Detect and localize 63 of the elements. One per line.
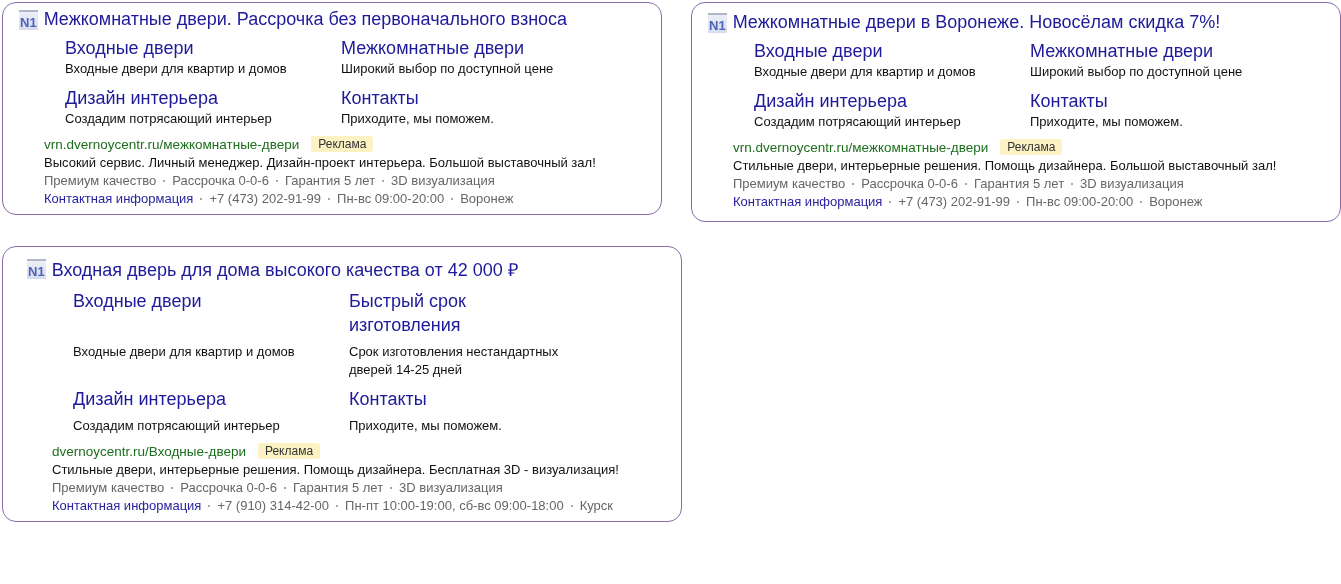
sitelink[interactable]: Контакты (349, 387, 549, 411)
feature-text: Премиум качество (52, 479, 165, 497)
logo: N1 (19, 9, 38, 30)
feature-text: Гарантия 5 лет (973, 175, 1065, 193)
ad-title-link[interactable]: Межкомнатные двери в Воронеже. Новосёлам скидка 7%! (732, 12, 1221, 33)
ad-label: Реклама (1000, 139, 1063, 155)
sitelink[interactable]: Межкомнатные двери (341, 36, 541, 60)
ad-title-link[interactable]: Межкомнатные двери. Рассрочка без первоначального взноса (43, 9, 568, 30)
feature-text: 3D визуализация (399, 479, 503, 497)
contact-info-link[interactable]: Контактная информация (733, 193, 883, 211)
sitelink-description: Создадим потрясающий интерьер (73, 417, 281, 435)
sitelink-description: Создадим потрясающий интерьер (754, 113, 962, 131)
feature-text: Премиум качество (733, 175, 846, 193)
contact-text: +7 (473) 202-91-99 (898, 193, 1011, 211)
contact-text: Воронеж (460, 190, 514, 208)
ad-description: Стильные двери, интерьерные решения. Помощь дизайнера. Большой выставочный зал! (733, 157, 1278, 175)
sitelink-description: Широкий выбор по доступной цене (341, 60, 555, 78)
sitelink[interactable]: Входные двери (754, 39, 954, 63)
sitelink-description: Приходите, мы поможем. (349, 417, 503, 435)
ad-title-link[interactable]: Входная дверь для дома высокого качества от 42 000 ₽ (51, 257, 518, 281)
sitelink-description: Приходите, мы поможем. (1030, 113, 1184, 131)
sitelink[interactable]: Контакты (341, 86, 541, 110)
feature-text: Рассрочка 0-0-6 (172, 172, 269, 190)
contact-text: +7 (473) 202-91-99 (209, 190, 322, 208)
sitelink[interactable]: Быстрый срок изготовления (349, 289, 549, 337)
feature-text: Рассрочка 0-0-6 (861, 175, 958, 193)
contact-text: Пн-пт 10:00-19:00, сб-вс 09:00-18:00 (345, 497, 564, 515)
contact-text: Пн-вс 09:00-20:00 (1026, 193, 1134, 211)
feature-text: Гарантия 5 лет (284, 172, 376, 190)
ad-description: Высокий сервис. Личный менеджер. Дизайн-проект интерьера. Большой выставочный зал! (44, 154, 597, 172)
url-link[interactable]: vrn.dvernoycentr.ru/межкомнатные-двери (44, 136, 300, 152)
sitelink-description: Создадим потрясающий интерьер (65, 110, 273, 128)
sitelink[interactable]: Входные двери (65, 36, 265, 60)
sitelink-description: Входные двери для квартир и домов (754, 63, 977, 81)
sitelink[interactable]: Контакты (1030, 89, 1230, 113)
sitelink[interactable]: Входные двери (73, 289, 273, 313)
sitelink[interactable]: Межкомнатные двери (1030, 39, 1230, 63)
ad-label: Реклама (257, 443, 321, 459)
feature-text: 3D визуализация (1080, 175, 1184, 193)
contact-text: Пн-вс 09:00-20:00 (337, 190, 445, 208)
sitelink-description: Входные двери для квартир и домов (65, 60, 288, 78)
sitelink[interactable]: Дизайн интерьера (73, 387, 273, 411)
feature-text: Премиум качество (44, 172, 157, 190)
feature-text: 3D визуализация (391, 172, 495, 190)
ad-label: Реклама (311, 136, 374, 152)
url-link[interactable]: vrn.dvernoycentr.ru/межкомнатные-двери (733, 139, 989, 155)
contact-info-link[interactable]: Контактная информация (52, 497, 202, 515)
logo: N1 (708, 12, 727, 33)
feature-text: Рассрочка 0-0-6 (180, 479, 277, 497)
feature-text: Гарантия 5 лет (292, 479, 384, 497)
contact-text: Воронеж (1149, 193, 1203, 211)
ad-description: Стильные двери, интерьерные решения. Помощь дизайнера. Бесплатная 3D - визуализация! (52, 461, 620, 479)
sitelink-description: Входные двери для квартир и домов (73, 343, 296, 361)
sitelink-description: Приходите, мы поможем. (341, 110, 495, 128)
contact-text: +7 (910) 314-42-00 (217, 497, 330, 515)
url-link[interactable]: dvernoycentr.ru/Входные-двери (52, 443, 246, 459)
sitelink[interactable]: Дизайн интерьера (65, 86, 265, 110)
contact-text: Курск (579, 497, 614, 515)
sitelink-description: Срок изготовления нестандартных дверей 14-25 дней (349, 343, 560, 379)
contact-info-link[interactable]: Контактная информация (44, 190, 194, 208)
sitelink[interactable]: Дизайн интерьера (754, 89, 954, 113)
logo: N1 (27, 259, 46, 279)
sitelink-description: Широкий выбор по доступной цене (1030, 63, 1244, 81)
